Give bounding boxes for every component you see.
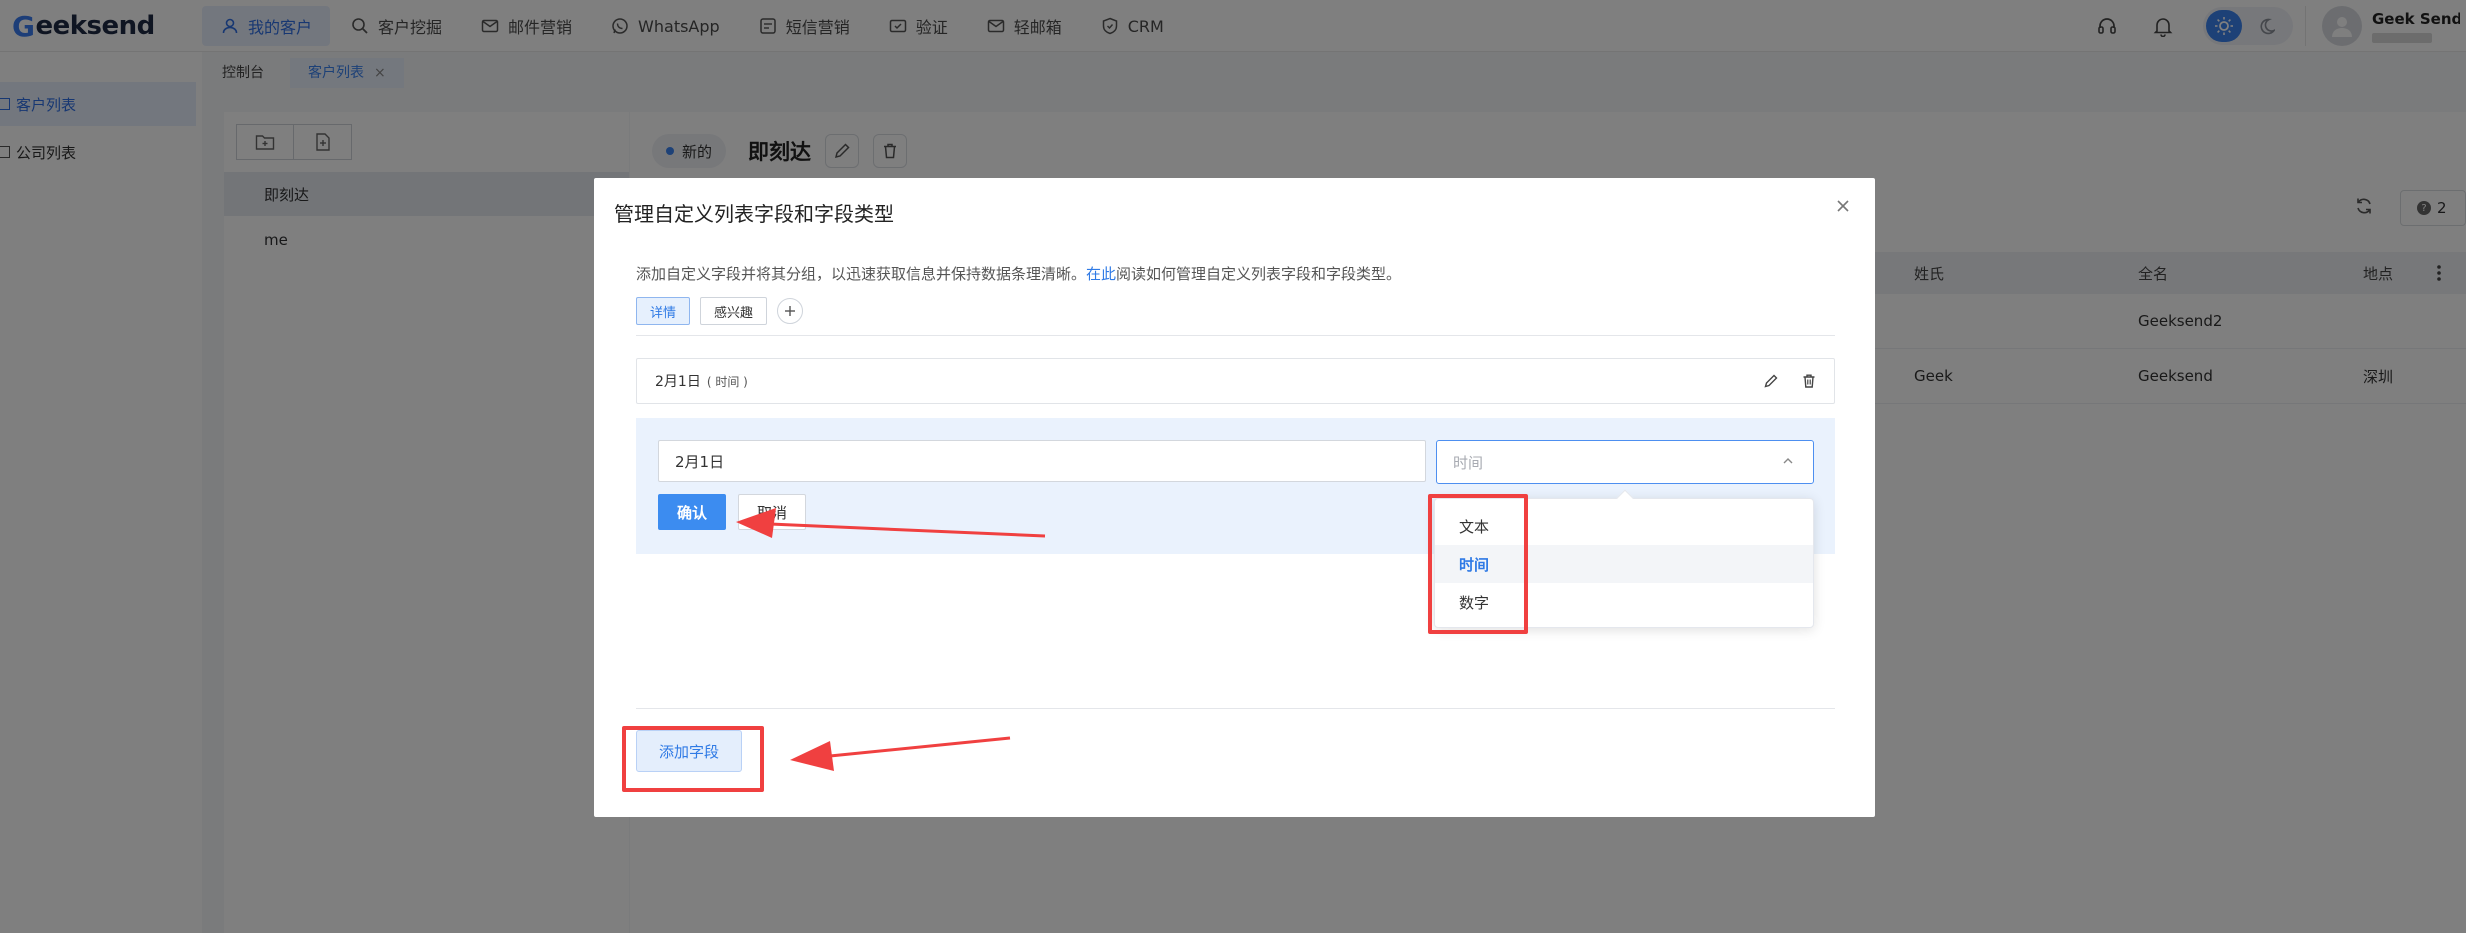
edit-icon[interactable] (1760, 370, 1782, 392)
annotation-box-type-options (1428, 494, 1528, 634)
divider (636, 335, 1835, 336)
help-link[interactable]: 在此 (1086, 265, 1116, 283)
cancel-button[interactable]: 取消 (738, 494, 806, 530)
chevron-up-icon (1781, 454, 1795, 472)
field-type-select[interactable]: 时间 (1436, 440, 1814, 484)
close-icon[interactable] (1833, 196, 1853, 216)
add-group-icon[interactable] (777, 298, 804, 324)
divider (636, 708, 1835, 709)
group-tab-details[interactable]: 详情 (636, 297, 691, 325)
confirm-button[interactable]: 确认 (658, 494, 726, 530)
desc-text-after: 阅读如何管理自定义列表字段和字段类型。 (1116, 265, 1402, 283)
field-group-tabs: 详情 感兴趣 (636, 297, 804, 325)
annotation-box-add-field (622, 726, 764, 792)
field-name-input[interactable] (658, 440, 1426, 482)
dialog-title: 管理自定义列表字段和字段类型 (614, 202, 894, 226)
group-tab-interested[interactable]: 感兴趣 (700, 297, 768, 325)
select-placeholder: 时间 (1453, 453, 1484, 472)
trash-icon[interactable] (1798, 370, 1820, 392)
dialog-description: 添加自定义字段并将其分组，以迅速获取信息并保持数据条理清晰。在此阅读如何管理自定… (636, 263, 1401, 284)
desc-text-before: 添加自定义字段并将其分组，以迅速获取信息并保持数据条理清晰。 (636, 265, 1087, 283)
field-type: ( 时间 ) (706, 374, 748, 389)
field-actions (1744, 370, 1820, 392)
field-name: 2月1日 (655, 374, 701, 390)
custom-field-row: 2月1日 ( 时间 ) (636, 358, 1835, 404)
